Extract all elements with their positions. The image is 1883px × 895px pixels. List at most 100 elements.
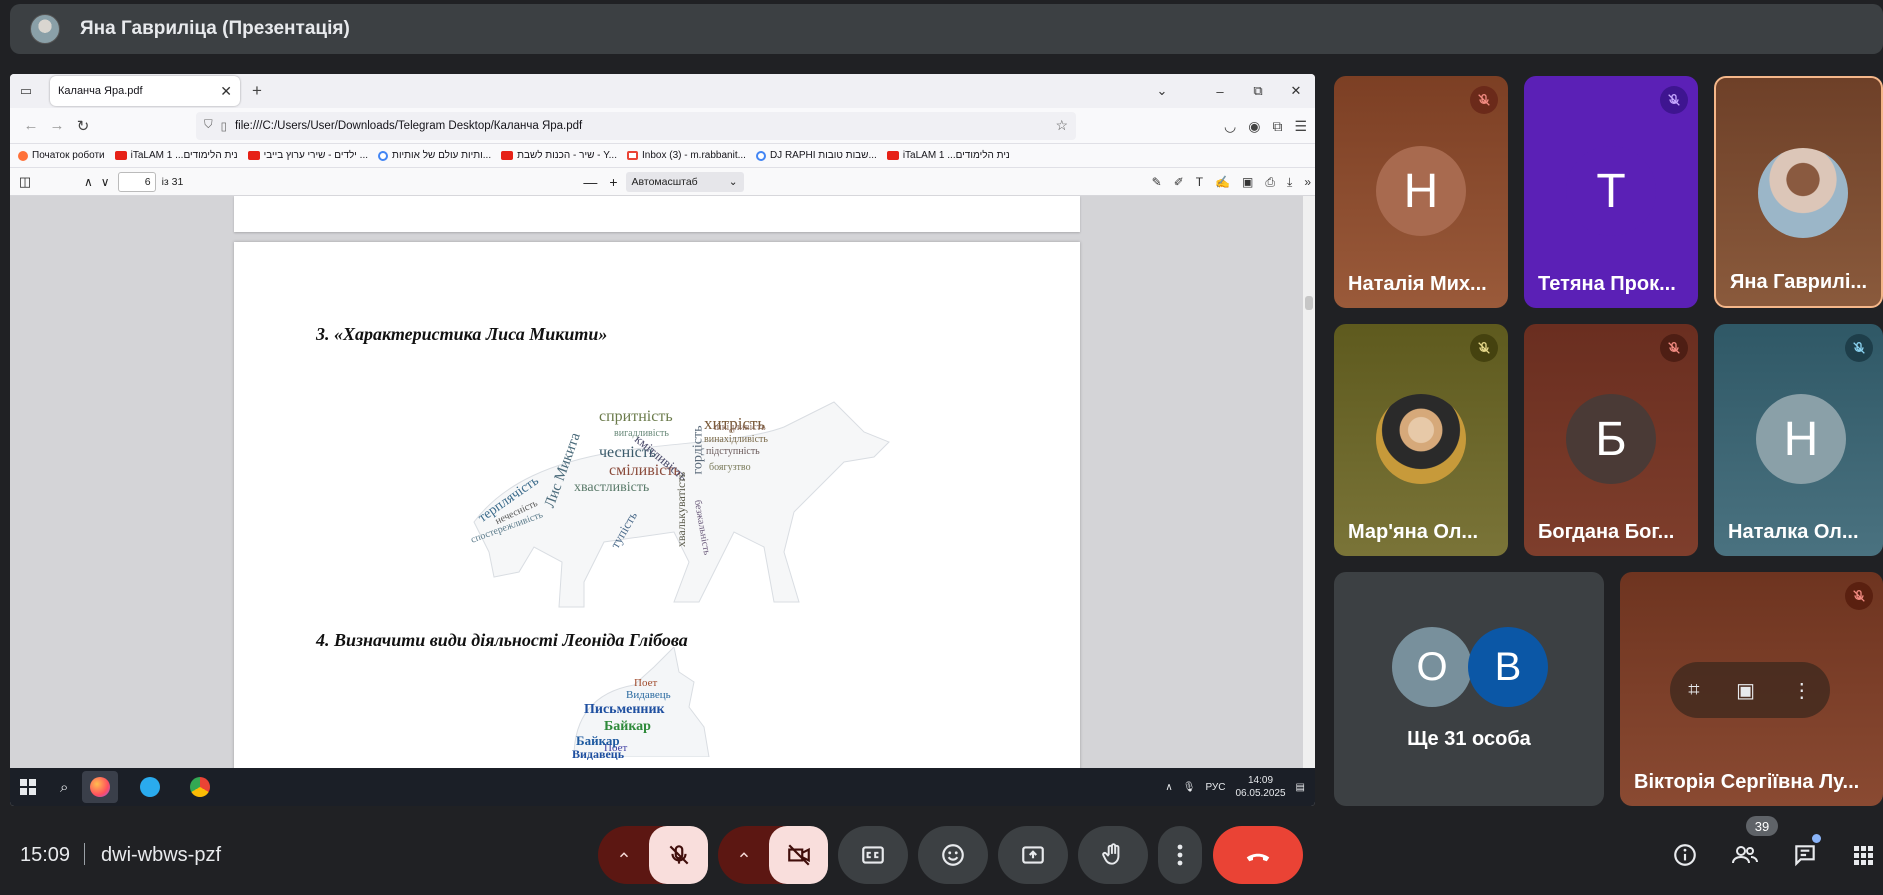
image-tool-icon[interactable]: ▣ <box>1242 175 1253 189</box>
more-options-button[interactable] <box>1158 826 1202 884</box>
taskbar-clock[interactable]: 14:09 06.05.2025 <box>1235 774 1285 800</box>
fox-word: вигадливість <box>614 428 669 439</box>
camera-off-button[interactable] <box>769 826 828 884</box>
youtube-icon <box>247 151 260 160</box>
bookmark-item[interactable]: ותיות עולם של אותיות... <box>378 150 491 161</box>
browser-tab-title: Каланча Яра.pdf <box>58 85 143 97</box>
others-tile[interactable]: О В Ще 31 особа <box>1334 572 1604 806</box>
list-all-tabs-icon[interactable]: ▭ <box>16 81 36 101</box>
telegram-taskbar-icon[interactable] <box>132 771 168 803</box>
framing-icon[interactable]: ⌗ <box>1688 679 1699 702</box>
pinned-participant-tile[interactable]: ⌗ ▣ ⋮ Вікторія Сергіївна Лу... <box>1620 572 1883 806</box>
participant-name: Богдана Бог... <box>1538 521 1675 543</box>
minimize-icon[interactable]: – <box>1201 84 1239 99</box>
print-icon[interactable]: ⎙ <box>1265 175 1275 190</box>
reload-icon[interactable]: ↻ <box>70 117 96 135</box>
new-tab-icon[interactable]: + <box>252 81 262 101</box>
call-controls-bar: 15:09 dwi-wbws-pzf 39 <box>0 812 1883 895</box>
pdf-scrollbar[interactable] <box>1303 196 1315 768</box>
tile-hover-controls: ⌗ ▣ ⋮ <box>1670 662 1830 718</box>
presenter-avatar <box>30 14 60 44</box>
back-icon[interactable]: ← <box>18 117 44 134</box>
mic-off-button[interactable] <box>649 826 708 884</box>
firefox-taskbar-icon[interactable] <box>82 771 119 803</box>
next-page-icon[interactable]: ∨ <box>101 175 110 189</box>
more-tools-icon[interactable]: » <box>1304 175 1311 189</box>
meeting-code: dwi-wbws-pzf <box>101 844 222 866</box>
zoom-select[interactable]: Автомасштаб ⌄ <box>625 171 744 192</box>
draw-icon[interactable]: ✐ <box>1174 175 1184 189</box>
pocket-icon[interactable]: ◡ <box>1224 118 1236 135</box>
avatar: О <box>1392 627 1472 707</box>
leave-call-button[interactable] <box>1213 826 1303 884</box>
meeting-details-button[interactable] <box>1668 838 1702 872</box>
page-number-input[interactable]: 6 <box>117 171 156 192</box>
present-button[interactable] <box>998 826 1068 884</box>
menu-icon[interactable]: ☰ <box>1294 118 1307 135</box>
browser-tab[interactable]: Каланча Яра.pdf ✕ <box>50 76 240 106</box>
people-icon <box>1732 846 1758 864</box>
participant-name: Мар'яна Ол... <box>1348 521 1479 543</box>
microphone-icon[interactable]: 🎙 <box>1183 782 1196 793</box>
activities-button[interactable] <box>1848 838 1878 872</box>
bookmark-item[interactable]: שיר - הכנות לשבת - Y... <box>501 150 617 161</box>
participant-name: Наталка Ол... <box>1728 521 1859 543</box>
reactions-button[interactable] <box>918 826 988 884</box>
pdf-tools: ✎ ✐ T ✍ ▣ ⎙ ⤓ » <box>1152 168 1311 196</box>
account-icon[interactable]: ◉ <box>1248 118 1260 135</box>
windows-start-icon[interactable] <box>20 779 36 795</box>
people-button[interactable] <box>1728 838 1762 872</box>
shield-icon[interactable]: ⛉ <box>204 119 213 132</box>
bookmark-item[interactable]: Початок роботи <box>18 150 105 161</box>
previous-page-icon[interactable]: ∧ <box>84 175 93 189</box>
participant-tile-active-speaker[interactable]: Яна Гаврилі... <box>1714 76 1883 308</box>
file-icon: ▯ <box>220 120 227 133</box>
fox-word: тупість <box>607 508 641 551</box>
zoom-in-icon[interactable]: + <box>609 174 617 190</box>
more-options-icon[interactable]: ⋮ <box>1792 678 1812 703</box>
video-options-button[interactable] <box>718 826 769 884</box>
participant-tile[interactable]: Мар'яна Ол... <box>1334 324 1508 556</box>
audio-options-button[interactable] <box>598 826 649 884</box>
pin-icon[interactable]: ▣ <box>1736 678 1755 703</box>
chrome-taskbar-icon[interactable] <box>182 771 218 803</box>
save-icon[interactable]: ⤓ <box>1287 175 1292 190</box>
bookmark-item[interactable]: iTaLAM 1 ...נית הלימודים <box>114 150 238 161</box>
participant-tile[interactable]: Н Наталія Мих... <box>1334 76 1508 308</box>
bookmark-star-icon[interactable]: ☆ <box>1055 117 1068 134</box>
bookmark-item[interactable]: iTaLAM 1 ...נית הלימודים <box>886 150 1010 161</box>
participant-tile[interactable]: Н Наталка Ол... <box>1714 324 1883 556</box>
participant-tile[interactable]: Т Тетяна Прок... <box>1524 76 1698 308</box>
pdf-viewer[interactable]: 3. «Характеристика Лиса Микити» хитрість… <box>10 196 1315 768</box>
close-tab-icon[interactable]: ✕ <box>220 83 232 100</box>
extensions-icon[interactable]: ⧉ <box>1272 118 1282 135</box>
presenter-bar: Яна Гавриліца (Презентація) <box>10 4 1883 54</box>
text-tool-icon[interactable]: T <box>1196 175 1203 189</box>
page-total: із 31 <box>161 175 184 188</box>
restore-icon[interactable]: ⧉ <box>1239 83 1277 99</box>
language-indicator[interactable]: РУС <box>1205 782 1225 793</box>
forward-icon[interactable]: → <box>44 117 70 134</box>
zoom-out-icon[interactable]: — <box>583 174 597 190</box>
pen-icon[interactable]: ✍ <box>1215 175 1230 189</box>
close-window-icon[interactable]: ✕ <box>1277 83 1315 99</box>
captions-button[interactable] <box>838 826 908 884</box>
scrollbar-thumb[interactable] <box>1305 296 1313 310</box>
tray-chevron-icon[interactable]: ∧ <box>1165 782 1172 793</box>
cat-word: Письменник <box>584 702 665 717</box>
sidebar-toggle-icon[interactable]: ◫ <box>16 174 34 190</box>
url-bar[interactable]: ⛉ ▯ file:///C:/Users/User/Downloads/Tele… <box>196 111 1076 140</box>
more-vert-icon <box>1177 844 1183 866</box>
fox-word: хвастливість <box>574 480 650 495</box>
chat-button[interactable] <box>1788 834 1822 872</box>
highlight-icon[interactable]: ✎ <box>1152 175 1162 189</box>
bookmark-item[interactable]: Inbox (3) - m.rabbanit... <box>627 150 746 161</box>
bookmark-item[interactable]: ילדים - שירי ערוץ בייבי ... <box>247 150 368 161</box>
raise-hand-button[interactable] <box>1078 826 1148 884</box>
search-icon[interactable]: ⌕ <box>60 779 68 796</box>
youtube-icon <box>886 151 899 160</box>
participant-tile[interactable]: Б Богдана Бог... <box>1524 324 1698 556</box>
tab-overflow-icon[interactable]: ⌄ <box>1143 83 1181 99</box>
bookmark-item[interactable]: DJ RAPHI שבות טובות... <box>755 150 877 161</box>
notifications-icon[interactable]: ▤ <box>1296 782 1305 793</box>
